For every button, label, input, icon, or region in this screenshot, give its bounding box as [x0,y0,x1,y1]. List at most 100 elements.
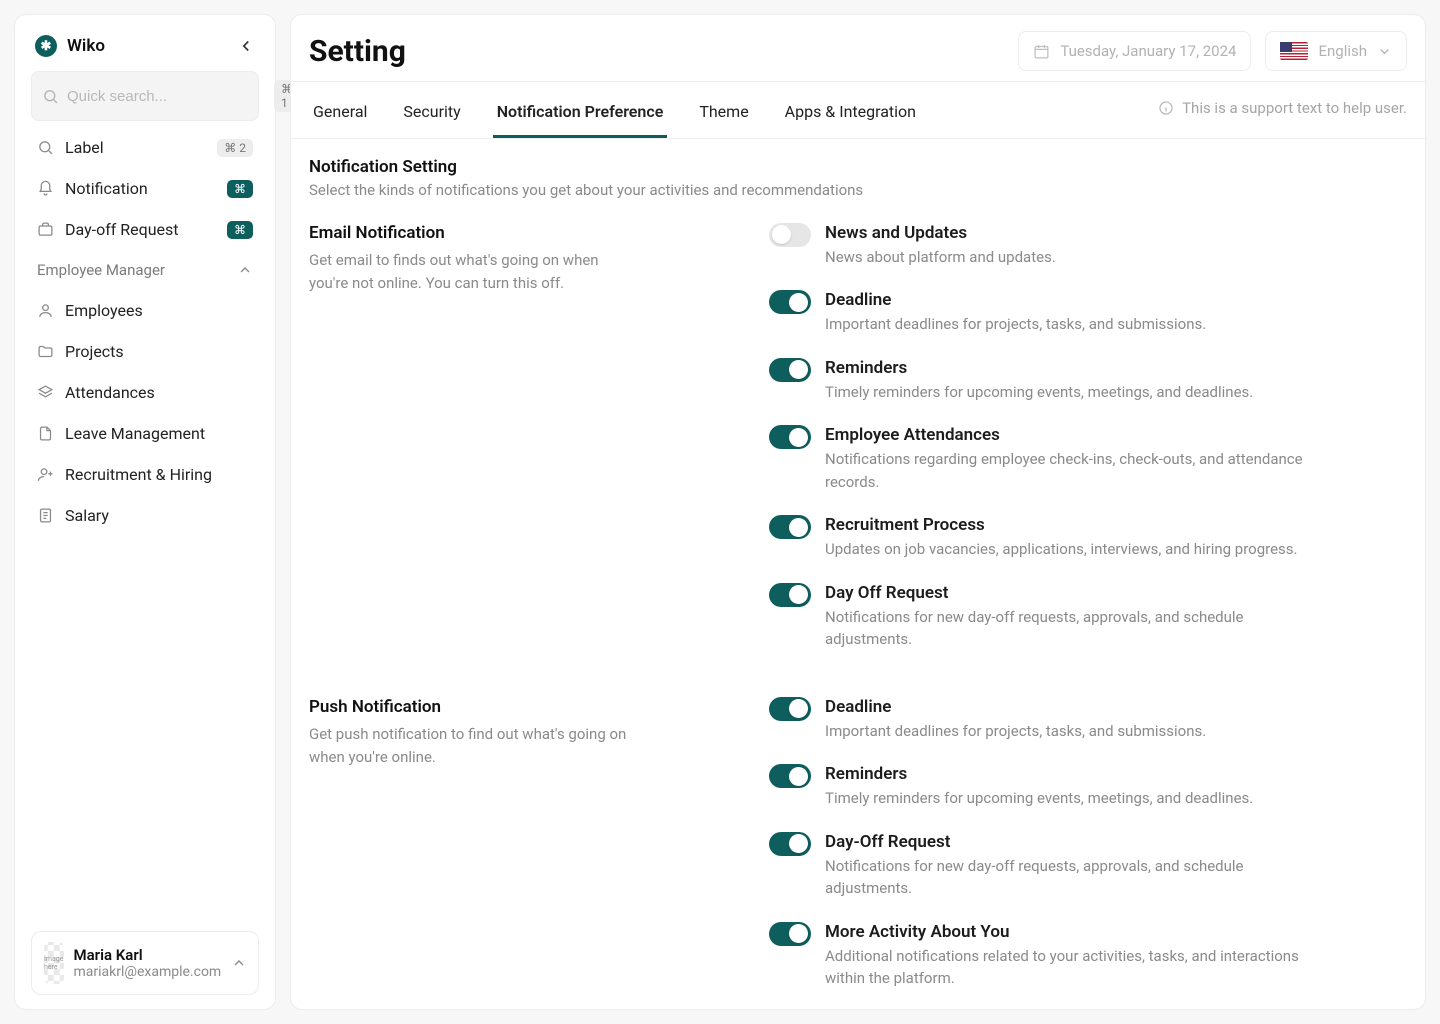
toggle-desc: Important deadlines for projects, tasks,… [825,313,1206,336]
toggle-row: Reminders Timely reminders for upcoming e… [769,764,1407,810]
toggle-row: Deadline Important deadlines for projects… [769,697,1407,743]
toggle-switch[interactable] [769,425,811,449]
briefcase-icon [37,221,55,239]
date-picker[interactable]: Tuesday, January 17, 2024 [1018,31,1251,71]
toggle-switch[interactable] [769,583,811,607]
group-title: Email Notification [309,223,639,243]
sidebar-item-employees[interactable]: Employees [25,290,265,331]
toggle-switch[interactable] [769,290,811,314]
tabs: General Security Notification Preference… [291,82,1425,139]
topbar: Setting Tuesday, January 17, 2024 Englis… [291,15,1425,81]
section-subtitle: Select the kinds of notifications you ge… [309,181,1407,199]
toggle-title: Day-Off Request [825,832,1305,852]
section-title: Notification Setting [309,157,1407,177]
brand-name: Wiko [67,36,105,56]
toggle-switch[interactable] [769,922,811,946]
toggle-switch[interactable] [769,358,811,382]
tab-security[interactable]: Security [399,90,464,138]
toggle-row: Reminders Timely reminders for upcoming e… [769,358,1407,404]
page-title: Setting [309,34,406,69]
main-panel: Setting Tuesday, January 17, 2024 Englis… [290,14,1426,1010]
chevron-left-icon[interactable] [237,37,255,55]
content: Notification Setting Select the kinds of… [291,139,1425,1009]
folder-icon [37,343,55,361]
bell-icon [37,180,55,198]
user-name: Maria Karl [74,946,222,964]
toggle-switch[interactable] [769,764,811,788]
notification-group: Email Notification Get email to finds out… [309,223,1407,651]
search-input-row[interactable]: ⌘ 1 [31,71,259,121]
toggle-title: Reminders [825,358,1253,378]
toggle-switch[interactable] [769,223,811,247]
receipt-icon [37,507,55,525]
chevron-up-icon [237,262,253,278]
toggle-title: Deadline [825,290,1206,310]
toggle-title: Employee Attendances [825,425,1305,445]
toggle-desc: Important deadlines for projects, tasks,… [825,720,1206,743]
toggle-desc: Updates on job vacancies, applications, … [825,538,1297,561]
toggle-title: Deadline [825,697,1206,717]
chevron-down-icon [1377,44,1392,59]
toggle-switch[interactable] [769,515,811,539]
user-email: mariakrl@example.com [74,964,222,980]
group-desc: Get email to finds out what's going on w… [309,249,639,296]
toggle-switch[interactable] [769,832,811,856]
sidebar-item-salary[interactable]: Salary [25,495,265,536]
toggle-row: Employee AttendancesNotifications regard… [769,425,1407,493]
brand-row: ✱ Wiko [25,29,265,71]
toggle-title: Reminders [825,764,1253,784]
toggle-switch[interactable] [769,697,811,721]
chevron-up-icon [231,955,247,971]
tab-general[interactable]: General [309,90,371,138]
sidebar-item-recruitment[interactable]: Recruitment & Hiring [25,454,265,495]
search-icon [42,88,59,105]
toggle-title: Recruitment Process [825,515,1297,535]
tag-icon [37,139,55,157]
brand-logo: ✱ [35,35,57,57]
file-icon [37,425,55,443]
search-input[interactable] [67,88,266,105]
group-desc: Get push notification to find out what's… [309,723,639,770]
support-text: This is a support text to help user. [1158,99,1407,129]
shortcut-badge: ⌘ [227,221,253,239]
user-card[interactable]: Image here Maria Karl mariakrl@example.c… [31,931,259,995]
sidebar-item-attendances[interactable]: Attendances [25,372,265,413]
tab-apps-integration[interactable]: Apps & Integration [781,90,920,138]
shortcut-badge: ⌘ 2 [217,139,253,157]
sidebar-item-dayoff[interactable]: Day-off Request ⌘ [25,209,265,250]
toggle-title: Day Off Request [825,583,1305,603]
toggle-desc: News about platform and updates. [825,246,1056,269]
toggle-row: Deadline Important deadlines for projects… [769,290,1407,336]
toggle-title: More Activity About You [825,922,1305,942]
language-selector[interactable]: English [1265,31,1407,71]
toggle-row: More Activity About You Additional notifi… [769,922,1407,990]
sidebar-item-label[interactable]: Label ⌘ 2 [25,127,265,168]
user-icon [37,302,55,320]
info-icon [1158,100,1174,116]
tab-theme[interactable]: Theme [695,90,752,138]
flag-us-icon [1280,42,1308,60]
sidebar-item-leave[interactable]: Leave Management [25,413,265,454]
sidebar-section-header[interactable]: Employee Manager [25,250,265,290]
sidebar: ✱ Wiko ⌘ 1 Label ⌘ 2 Notification ⌘ Day-… [14,14,276,1010]
toggle-row: Recruitment Process Updates on job vacanc… [769,515,1407,561]
toggle-desc: Timely reminders for upcoming events, me… [825,787,1253,810]
toggle-desc: Timely reminders for upcoming events, me… [825,381,1253,404]
notification-group: Push Notification Get push notification t… [309,697,1407,990]
user-plus-icon [37,466,55,484]
toggle-desc: Notifications for new day-off requests, … [825,606,1305,651]
date-text: Tuesday, January 17, 2024 [1060,42,1236,60]
sidebar-item-projects[interactable]: Projects [25,331,265,372]
tab-notification-preference[interactable]: Notification Preference [493,90,668,138]
shortcut-badge: ⌘ [227,180,253,198]
section-title: Employee Manager [37,261,165,279]
toggle-desc: Notifications for new day-off requests, … [825,855,1305,900]
layers-icon [37,384,55,402]
toggle-desc: Additional notifications related to your… [825,945,1305,990]
calendar-icon [1033,43,1050,60]
group-title: Push Notification [309,697,639,717]
toggle-title: News and Updates [825,223,1056,243]
toggle-row: Day-Off Request Notifications for new day… [769,832,1407,900]
avatar: Image here [44,942,64,984]
sidebar-item-notification[interactable]: Notification ⌘ [25,168,265,209]
